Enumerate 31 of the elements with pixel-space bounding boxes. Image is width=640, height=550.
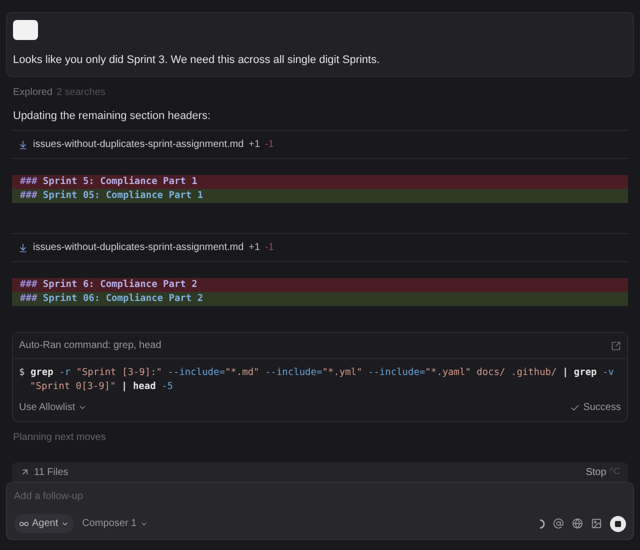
download-icon [18, 140, 28, 150]
model-dropdown[interactable]: Composer 1 [82, 516, 148, 531]
explored-label: Explored [13, 86, 52, 100]
chevron-icon [78, 403, 88, 412]
file-name[interactable]: issues-without-duplicates-sprint-assignment.md [33, 240, 244, 255]
image-thumbnail[interactable] [13, 20, 38, 40]
message-text: Looks like you only did Sprint 3. We need this across all single digit Sprints. [13, 53, 381, 68]
image-icon[interactable] [591, 518, 602, 529]
stop-generation-button[interactable] [610, 516, 626, 532]
file-name[interactable]: issues-without-duplicates-sprint-assignment.md [33, 137, 244, 152]
arrow-icon [20, 467, 30, 477]
files-count[interactable]: 11 Files [34, 464, 68, 480]
check-icon [570, 402, 580, 412]
status-text: Updating the remaining section headers: [12, 108, 212, 124]
removed-count: -1 [265, 241, 274, 255]
allowlist-dropdown[interactable]: Use Allowlist [19, 400, 88, 415]
added-count: +1 [248, 241, 260, 255]
command-line: $ grep -r "Sprint [3-9]:" --include="*.md" --include="*.yml" --include="*.yaml" docs/ .github/ | grep -v [19, 366, 615, 380]
stop-button[interactable]: Stop [586, 464, 606, 480]
command-line: "Sprint 0[3-9]" | head -5 [29, 380, 174, 394]
success-status: Success [583, 401, 621, 415]
globe-icon[interactable] [572, 518, 583, 529]
follow-up-field[interactable]: Add a follow-up Agent Composer 1 [6, 482, 634, 540]
download-icon [18, 242, 28, 252]
agent-mode-button[interactable]: Agent [14, 514, 74, 533]
mention-icon[interactable] [553, 518, 564, 529]
removed-count: -1 [265, 138, 274, 152]
planning-text: Planning next moves [12, 431, 107, 445]
command-title: Auto-Ran command: grep, head [19, 339, 162, 353]
added-count: +1 [248, 138, 260, 152]
open-external-icon[interactable] [611, 340, 621, 350]
